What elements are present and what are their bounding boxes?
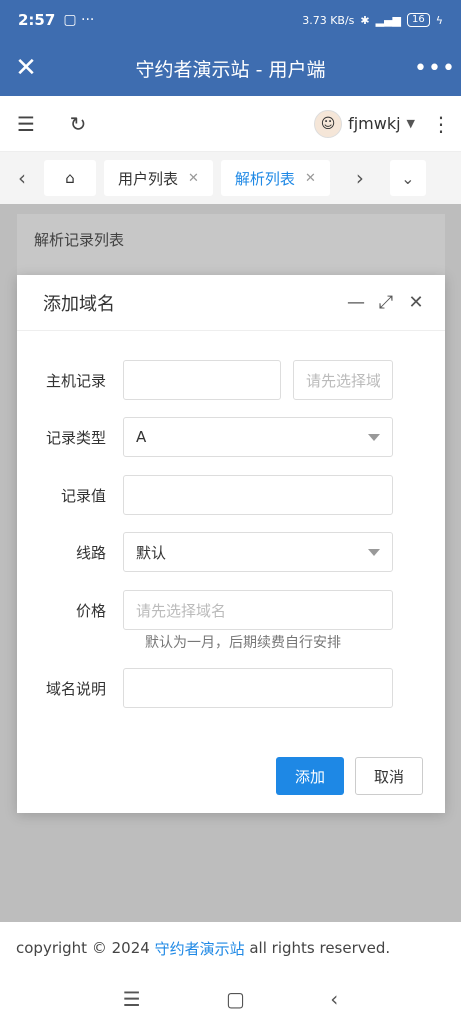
status-bar: 2:57 ▢ ··· 3.73 KB/s ✱ ▂▄▆ 16 ϟ bbox=[0, 0, 461, 40]
footer-site-link[interactable]: 守约者演示站 bbox=[155, 938, 245, 959]
select-arrow-icon bbox=[368, 548, 380, 556]
app-title: 守约者演示站 - 用户端 bbox=[135, 58, 326, 81]
tab-bar: ‹ ⌂ 用户列表 ✕ 解析列表 ✕ › ⌄ bbox=[0, 152, 461, 204]
refresh-icon[interactable]: ↻ bbox=[52, 112, 104, 136]
add-domain-dialog: 添加域名 — ⤢ ✕ 主机记录 请先选择域名 记录类型 A 记录值 线路 默认 … bbox=[17, 275, 445, 813]
chevron-left-icon[interactable]: ‹ bbox=[0, 166, 44, 190]
line-select[interactable]: 默认 bbox=[123, 532, 393, 572]
line-label: 线路 bbox=[75, 543, 106, 562]
kebab-icon[interactable]: ⋮ bbox=[421, 112, 461, 136]
system-navbar: ☰ ▢ ‹ bbox=[0, 974, 461, 1024]
maximize-icon[interactable]: ⤢ bbox=[371, 292, 401, 313]
chevron-right-icon[interactable]: › bbox=[338, 166, 382, 190]
tab-dns-list[interactable]: 解析列表 ✕ bbox=[220, 160, 330, 196]
desc-input[interactable] bbox=[123, 668, 393, 708]
form-row-value: 记录值 bbox=[17, 475, 445, 515]
type-select[interactable]: A bbox=[123, 417, 393, 457]
dialog-close-icon[interactable]: ✕ bbox=[401, 292, 431, 313]
form-row-type: 记录类型 A bbox=[17, 417, 445, 457]
footer-prefix: copyright © 2024 bbox=[16, 939, 150, 957]
back-icon[interactable]: ‹ bbox=[330, 987, 338, 1011]
footer: copyright © 2024 守约者演示站 all rights reser… bbox=[0, 922, 461, 974]
tab-home[interactable]: ⌂ bbox=[44, 160, 96, 196]
close-icon[interactable]: ✕ bbox=[0, 40, 52, 96]
form-row-desc: 域名说明 bbox=[17, 668, 445, 708]
caret-down-icon: ▼ bbox=[406, 117, 415, 130]
tab-user-list[interactable]: 用户列表 ✕ bbox=[104, 160, 213, 196]
charging-icon: ϟ bbox=[435, 13, 443, 27]
chevron-down-icon[interactable]: ⌄ bbox=[389, 160, 426, 196]
domain-select[interactable]: 请先选择域名 bbox=[293, 360, 393, 400]
host-input[interactable] bbox=[123, 360, 281, 400]
tab-close-icon[interactable]: ✕ bbox=[305, 171, 316, 186]
status-notification-icons: ▢ ··· bbox=[63, 12, 95, 28]
price-hint: 默认为一月，后期续费自行安排 bbox=[145, 635, 341, 651]
line-value: 默认 bbox=[136, 543, 167, 562]
home-icon: ⌂ bbox=[65, 169, 75, 187]
type-value: A bbox=[136, 428, 147, 446]
tab-close-icon[interactable]: ✕ bbox=[188, 171, 199, 186]
dialog-header: 添加域名 — ⤢ ✕ bbox=[17, 275, 445, 331]
status-right-icons: 3.73 KB/s ✱ ▂▄▆ 16 ϟ bbox=[302, 13, 443, 27]
bluetooth-icon: ✱ bbox=[360, 13, 370, 27]
host-label: 主机记录 bbox=[45, 371, 106, 390]
status-time: 2:57 bbox=[18, 11, 56, 29]
tab-label: 解析列表 bbox=[234, 169, 295, 188]
add-button[interactable]: 添加 bbox=[276, 757, 344, 795]
home-button-icon[interactable]: ▢ bbox=[226, 987, 245, 1011]
top-toolbar: ☰ ↻ ☺ fjmwkj ▼ ⋮ bbox=[0, 96, 461, 152]
more-icon[interactable]: ••• bbox=[409, 56, 461, 81]
avatar: ☺ bbox=[314, 109, 343, 138]
recent-apps-icon[interactable]: ☰ bbox=[123, 987, 141, 1011]
cancel-button[interactable]: 取消 bbox=[355, 757, 423, 795]
desc-label: 域名说明 bbox=[45, 679, 106, 698]
signal-icon: ▂▄▆ bbox=[375, 13, 401, 27]
menu-icon[interactable]: ☰ bbox=[0, 112, 52, 136]
price-input[interactable]: 请先选择域名 bbox=[123, 590, 393, 630]
dialog-title: 添加域名 bbox=[43, 293, 115, 315]
form-row-line: 线路 默认 bbox=[17, 532, 445, 572]
type-label: 记录类型 bbox=[45, 428, 106, 447]
battery-icon: 16 bbox=[407, 13, 430, 27]
app-bar: ✕ 守约者演示站 - 用户端 ••• bbox=[0, 40, 461, 96]
minimize-icon[interactable]: — bbox=[341, 292, 371, 313]
footer-suffix: all rights reserved. bbox=[249, 939, 391, 957]
select-arrow-icon bbox=[368, 433, 380, 441]
value-label: 记录值 bbox=[60, 486, 106, 505]
price-label: 价格 bbox=[75, 601, 106, 620]
form-row-host: 主机记录 请先选择域名 bbox=[17, 360, 445, 400]
net-speed: 3.73 KB/s bbox=[302, 13, 355, 27]
user-menu[interactable]: ☺ fjmwkj ▼ bbox=[314, 109, 415, 138]
value-input[interactable] bbox=[123, 475, 393, 515]
price-placeholder: 请先选择域名 bbox=[136, 601, 227, 620]
username: fjmwkj bbox=[348, 114, 401, 133]
domain-placeholder: 请先选择域名 bbox=[306, 371, 380, 390]
form-row-price: 价格 请先选择域名 bbox=[17, 590, 445, 630]
tab-label: 用户列表 bbox=[118, 169, 179, 188]
